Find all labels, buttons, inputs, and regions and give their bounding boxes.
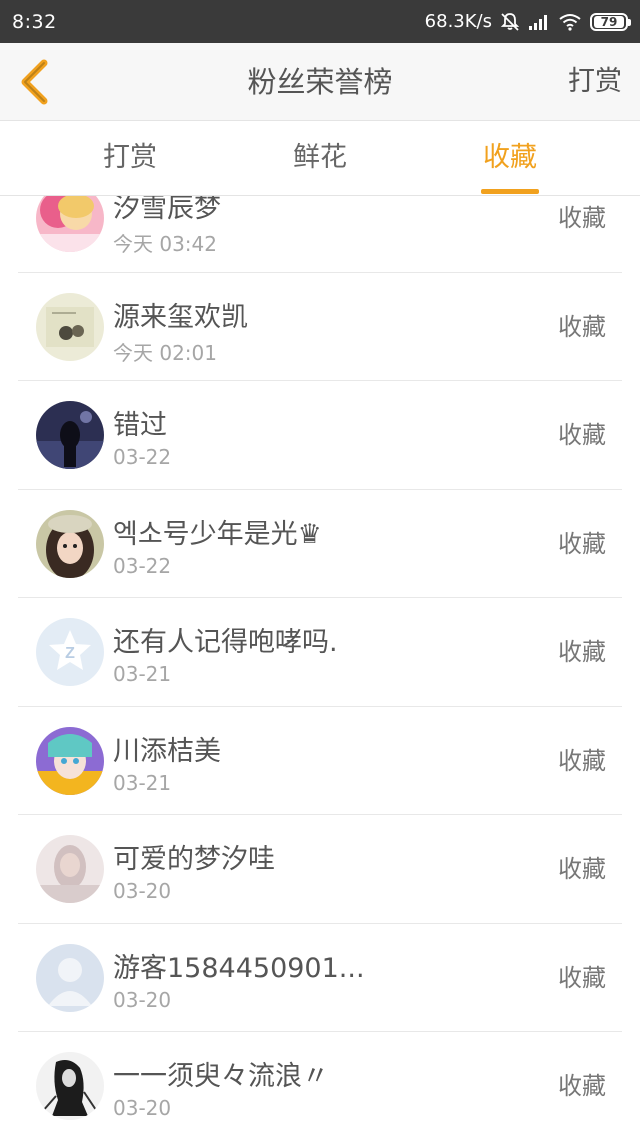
- user-time: 03-20: [113, 1096, 172, 1120]
- page-title: 粉丝荣誉榜: [247, 65, 393, 99]
- reward-button[interactable]: 打赏: [568, 43, 622, 121]
- back-button[interactable]: [14, 57, 54, 107]
- status-bar: 8:32 68.3K/s 79: [0, 0, 640, 43]
- list-item[interactable]: 可爱的梦汐哇 03-20 收藏: [18, 815, 622, 924]
- user-name: 汐雪辰梦: [113, 196, 221, 224]
- user-time: 03-20: [113, 987, 172, 1012]
- action-label: 收藏: [558, 963, 606, 992]
- user-name: 源来玺欢凯: [113, 301, 248, 333]
- list-item[interactable]: Z 还有人记得咆哮吗. 03-21 收藏: [18, 598, 622, 707]
- user-name: 游客1584450901...: [113, 952, 365, 984]
- wifi-icon: [558, 13, 582, 31]
- user-time: 03-21: [113, 770, 172, 795]
- list-item[interactable]: 川添桔美 03-21 收藏: [18, 707, 622, 815]
- user-name: 可爱的梦汐哇: [113, 844, 275, 875]
- status-time: 8:32: [12, 10, 57, 33]
- action-label: 收藏: [558, 638, 606, 666]
- avatar[interactable]: [36, 1052, 104, 1120]
- app-screen: 8:32 68.3K/s 79 粉丝荣誉榜 打赏 打赏 鲜花 收藏 汐雪辰梦 今…: [0, 0, 640, 1138]
- user-time: 03-22: [113, 445, 172, 469]
- battery-level: 79: [594, 15, 624, 28]
- list-item[interactable]: 错过 03-22 收藏: [18, 381, 622, 490]
- user-name: 엑소号少年是光♛: [113, 518, 322, 550]
- avatar[interactable]: Z: [36, 618, 104, 686]
- tab-flowers[interactable]: 鲜花: [260, 121, 380, 196]
- list-item[interactable]: 源来玺欢凯 今天 02:01 收藏: [18, 273, 622, 381]
- bell-off-icon: [500, 12, 520, 32]
- user-name: 一一须臾々流浪〃: [113, 1061, 329, 1092]
- user-name: 还有人记得咆哮吗.: [113, 627, 338, 658]
- user-time: 03-22: [113, 553, 172, 578]
- avatar[interactable]: [36, 401, 104, 469]
- list-item[interactable]: 汐雪辰梦 今天 03:42 收藏: [18, 196, 622, 273]
- user-time: 今天 03:42: [113, 232, 217, 256]
- fan-list[interactable]: 汐雪辰梦 今天 03:42 收藏 源来玺欢凯 今天 02:01 收藏 错过 03…: [0, 196, 640, 1138]
- network-speed: 68.3K/s: [424, 11, 492, 32]
- list-item[interactable]: 一一须臾々流浪〃 03-20 收藏: [18, 1032, 622, 1138]
- header: 粉丝荣誉榜 打赏: [0, 43, 640, 121]
- action-label: 收藏: [558, 204, 606, 232]
- user-time: 03-20: [113, 879, 172, 903]
- user-name: 川添桔美: [113, 735, 221, 767]
- action-label: 收藏: [558, 312, 606, 341]
- action-label: 收藏: [558, 746, 606, 775]
- svg-text:Z: Z: [65, 645, 75, 662]
- signal-icon: [528, 13, 550, 31]
- list-item[interactable]: 游客1584450901... 03-20 收藏: [18, 924, 622, 1032]
- status-right: 68.3K/s 79: [424, 11, 631, 32]
- action-label: 收藏: [558, 1072, 606, 1100]
- avatar[interactable]: [36, 943, 104, 1012]
- action-label: 收藏: [558, 421, 606, 449]
- tab-bar: 打赏 鲜花 收藏: [0, 121, 640, 196]
- tab-reward[interactable]: 打赏: [70, 121, 190, 196]
- user-name: 错过: [113, 410, 167, 441]
- battery-icon: 79: [590, 12, 631, 31]
- user-time: 今天 02:01: [113, 340, 217, 365]
- avatar[interactable]: [36, 509, 104, 578]
- avatar[interactable]: [36, 835, 104, 903]
- action-label: 收藏: [558, 855, 606, 883]
- user-time: 03-21: [113, 662, 172, 686]
- tab-favorites[interactable]: 收藏: [450, 121, 570, 196]
- list-item[interactable]: 엑소号少年是光♛ 03-22 收藏: [18, 490, 622, 598]
- avatar[interactable]: [36, 726, 104, 795]
- avatar[interactable]: [36, 196, 104, 252]
- chevron-left-icon: [21, 59, 48, 105]
- action-label: 收藏: [558, 529, 606, 558]
- tab-indicator: [481, 189, 539, 194]
- avatar[interactable]: [36, 292, 104, 361]
